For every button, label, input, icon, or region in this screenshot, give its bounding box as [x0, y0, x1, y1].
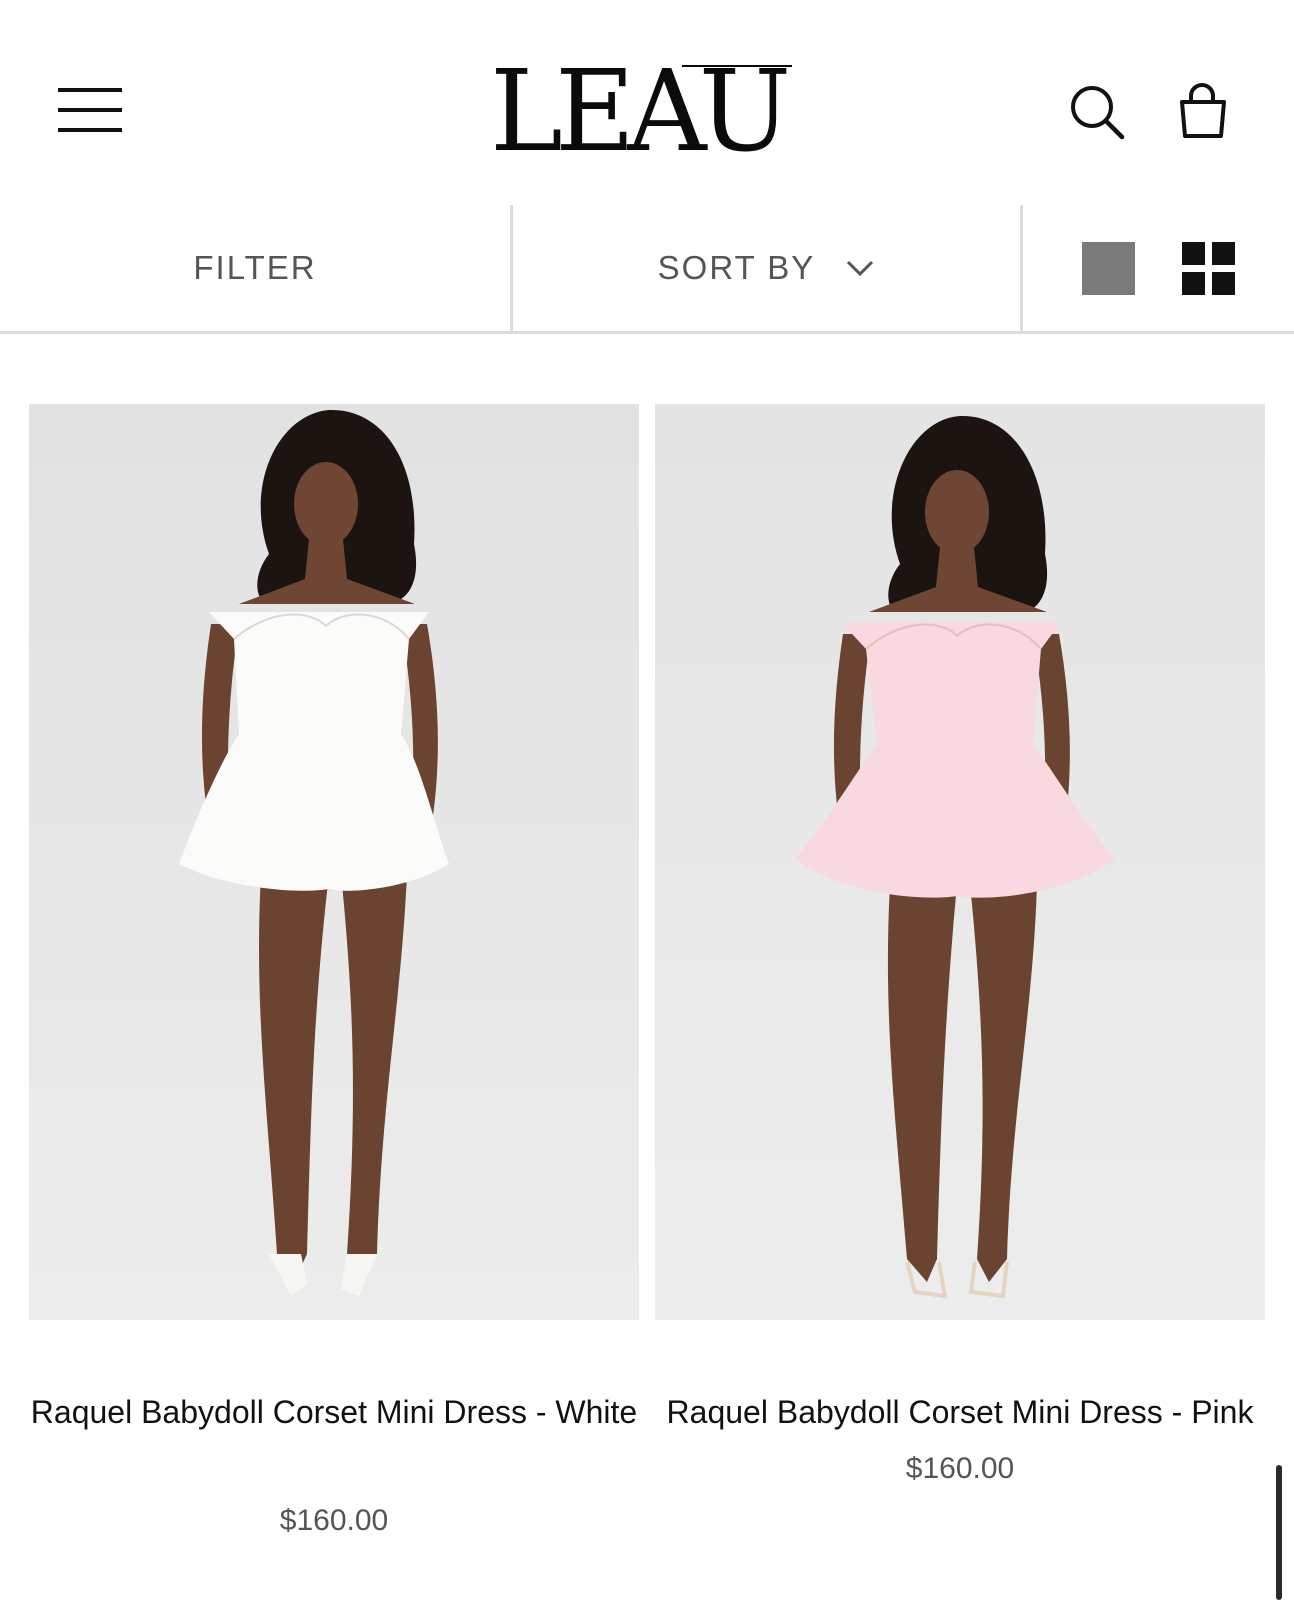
scrollbar[interactable] — [1276, 1465, 1282, 1600]
product-name[interactable]: Raquel Babydoll Corset Mini Dress - Pink — [635, 1386, 1285, 1438]
product-price: $160.00 — [905, 1452, 1015, 1485]
hamburger-menu-icon[interactable] — [58, 88, 122, 134]
logo-overline — [682, 65, 792, 67]
shopping-bag-icon[interactable] — [1172, 80, 1234, 142]
brand-logo[interactable]: LEAU — [490, 52, 791, 172]
filter-label: FILTER — [193, 249, 317, 286]
chevron-down-icon — [847, 260, 874, 277]
product-name[interactable]: Raquel Babydoll Corset Mini Dress - Whit… — [9, 1386, 659, 1438]
sort-label: SORT BY — [657, 249, 816, 286]
product-image[interactable] — [655, 404, 1265, 1320]
filter-sort-toolbar: FILTER SORT BY — [0, 205, 1294, 334]
product-image[interactable] — [29, 404, 639, 1320]
product-price: $160.00 — [279, 1504, 389, 1537]
grid-view-icon[interactable] — [1182, 242, 1235, 295]
toolbar-divider — [1020, 205, 1023, 331]
single-column-view-icon[interactable] — [1082, 242, 1135, 295]
product-listing-page: LEAU FILTER SORT BY Raquel Babydoll Cors… — [0, 0, 1294, 1600]
site-header: LEAU — [0, 0, 1294, 205]
sort-by-button[interactable]: SORT BY — [513, 205, 1020, 331]
filter-button[interactable]: FILTER — [0, 205, 510, 331]
search-icon[interactable] — [1068, 83, 1130, 145]
